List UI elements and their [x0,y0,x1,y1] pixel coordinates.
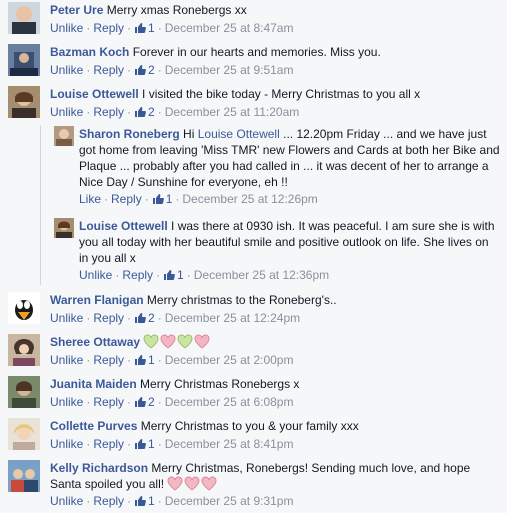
reply-actions: Like · Reply · 1 · December 25 at 12:26pm [79,192,318,206]
unlike-link[interactable]: Unlike [50,494,83,508]
avatar[interactable] [54,126,74,146]
pink-heart-icon [185,476,200,491]
reply-greeting: Hi [183,127,195,141]
timestamp[interactable]: December 25 at 12:24pm [165,311,300,325]
green-heart-icon [177,334,193,349]
comment-actions: Unlike · Reply · 2 · December 25 at 11:20am [50,105,300,119]
thumbs-up-icon [135,313,146,323]
timestamp[interactable]: December 25 at 12:36pm [194,268,329,282]
thumbs-up-icon [135,65,146,75]
avatar[interactable] [8,86,40,118]
reply-link[interactable]: Reply [93,437,124,451]
unlike-link[interactable]: Unlike [50,437,83,451]
thumbs-up-icon [135,107,146,117]
comment-actions: Unlike · Reply · 1 · December 25 at 9:31pm [50,494,294,508]
like-link[interactable]: Like [79,192,101,206]
timestamp[interactable]: December 25 at 12:26pm [182,192,317,206]
reply-link[interactable]: Reply [93,353,124,367]
like-count[interactable]: 2 [134,105,155,119]
timestamp[interactable]: December 25 at 8:41pm [165,437,294,451]
comment-text: I visited the bike today - Merry Christm… [142,87,421,101]
reply-link[interactable]: Reply [93,494,124,508]
author-name[interactable]: Collette Purves [50,419,137,433]
reply-link[interactable]: Reply [93,21,124,35]
pink-heart-icon [194,334,210,349]
unlike-link[interactable]: Unlike [50,63,83,77]
mention-link[interactable]: Louise Ottewell [198,127,280,141]
comment-text: Merry christmas to the Roneberg's.. [146,293,337,307]
author-name[interactable]: Peter Ure [50,3,103,17]
like-count[interactable]: 1 [163,268,184,282]
comment-text: Merry xmas Ronebergs xx [106,3,247,17]
author-name[interactable]: Warren Flanigan [50,293,144,307]
unlike-link[interactable]: Unlike [50,105,83,119]
timestamp[interactable]: December 25 at 6:08pm [165,395,294,409]
author-name[interactable]: Sheree Ottaway [50,335,140,349]
thumbs-up-icon [135,496,146,506]
avatar[interactable] [54,218,74,238]
author-name[interactable]: Bazman Koch [50,45,129,59]
green-heart-icon [143,334,159,349]
comment-actions: Unlike · Reply · 2 · December 25 at 9:51am [50,63,294,77]
comment-actions: Unlike · Reply · 1 · December 25 at 2:00pm [50,353,294,367]
timestamp[interactable]: December 25 at 9:31pm [165,494,294,508]
thumbs-up-icon [135,439,146,449]
thumbs-up-icon [152,194,164,204]
avatar[interactable] [8,334,40,366]
avatar[interactable] [8,460,40,492]
like-count[interactable]: 2 [134,63,155,77]
author-name[interactable]: Louise Ottewell [79,219,168,233]
comment-actions: Unlike · Reply · 1 · December 25 at 8:41pm [50,437,294,451]
timestamp[interactable]: December 25 at 8:47am [165,21,294,35]
heart-emoji-row [143,334,211,349]
comment-actions: Unlike · Reply · 1 · December 25 at 8:47am [50,21,294,35]
unlike-link[interactable]: Unlike [50,395,83,409]
like-count[interactable]: 1 [134,494,155,508]
comment-actions: Unlike · Reply · 2 · December 25 at 12:24pm [50,311,301,325]
comment-text: Forever in our hearts and memories. Miss… [132,45,381,59]
unlike-link[interactable]: Unlike [50,311,83,325]
like-count[interactable]: 1 [134,437,155,451]
avatar[interactable] [8,376,40,408]
pink-heart-icon [168,476,183,491]
author-name[interactable]: Sharon Roneberg [79,127,180,141]
reply-link[interactable]: Reply [122,268,153,282]
author-name[interactable]: Louise Ottewell [50,87,139,101]
avatar[interactable] [8,292,40,324]
reply-link[interactable]: Reply [111,192,142,206]
heart-emoji-row [167,476,218,491]
avatar[interactable] [8,418,40,450]
thumbs-up-icon [135,23,146,33]
timestamp[interactable]: December 25 at 11:20am [165,105,300,119]
like-count[interactable]: 2 [134,311,155,325]
unlike-link[interactable]: Unlike [50,353,83,367]
reply-link[interactable]: Reply [93,395,124,409]
avatar[interactable] [8,44,40,76]
unlike-link[interactable]: Unlike [50,21,83,35]
reply-thread-line [40,125,41,285]
comment-actions: Unlike · Reply · 2 · December 25 at 6:08pm [50,395,294,409]
comment-text: Merry Christmas Ronebergs x [140,377,300,391]
like-count[interactable]: 2 [134,395,155,409]
unlike-link[interactable]: Unlike [79,268,112,282]
like-count[interactable]: 1 [134,353,155,367]
reply-link[interactable]: Reply [93,105,124,119]
like-count[interactable]: 1 [134,21,155,35]
reply-link[interactable]: Reply [93,311,124,325]
timestamp[interactable]: December 25 at 2:00pm [165,353,294,367]
reply-link[interactable]: Reply [93,63,124,77]
thumbs-up-icon [135,355,146,365]
like-count[interactable]: 1 [152,192,172,206]
comment-text: Merry Christmas to you & your family xxx [140,419,359,433]
author-name[interactable]: Juanita Maiden [50,377,137,391]
reply-actions: Unlike · Reply · 1 · December 25 at 12:36pm [79,268,330,282]
avatar[interactable] [8,2,40,34]
author-name[interactable]: Kelly Richardson [50,461,148,475]
thumbs-up-icon [135,397,146,407]
timestamp[interactable]: December 25 at 9:51am [165,63,294,77]
pink-heart-icon [160,334,176,349]
thumbs-up-icon [164,270,175,280]
pink-heart-icon [202,476,217,491]
